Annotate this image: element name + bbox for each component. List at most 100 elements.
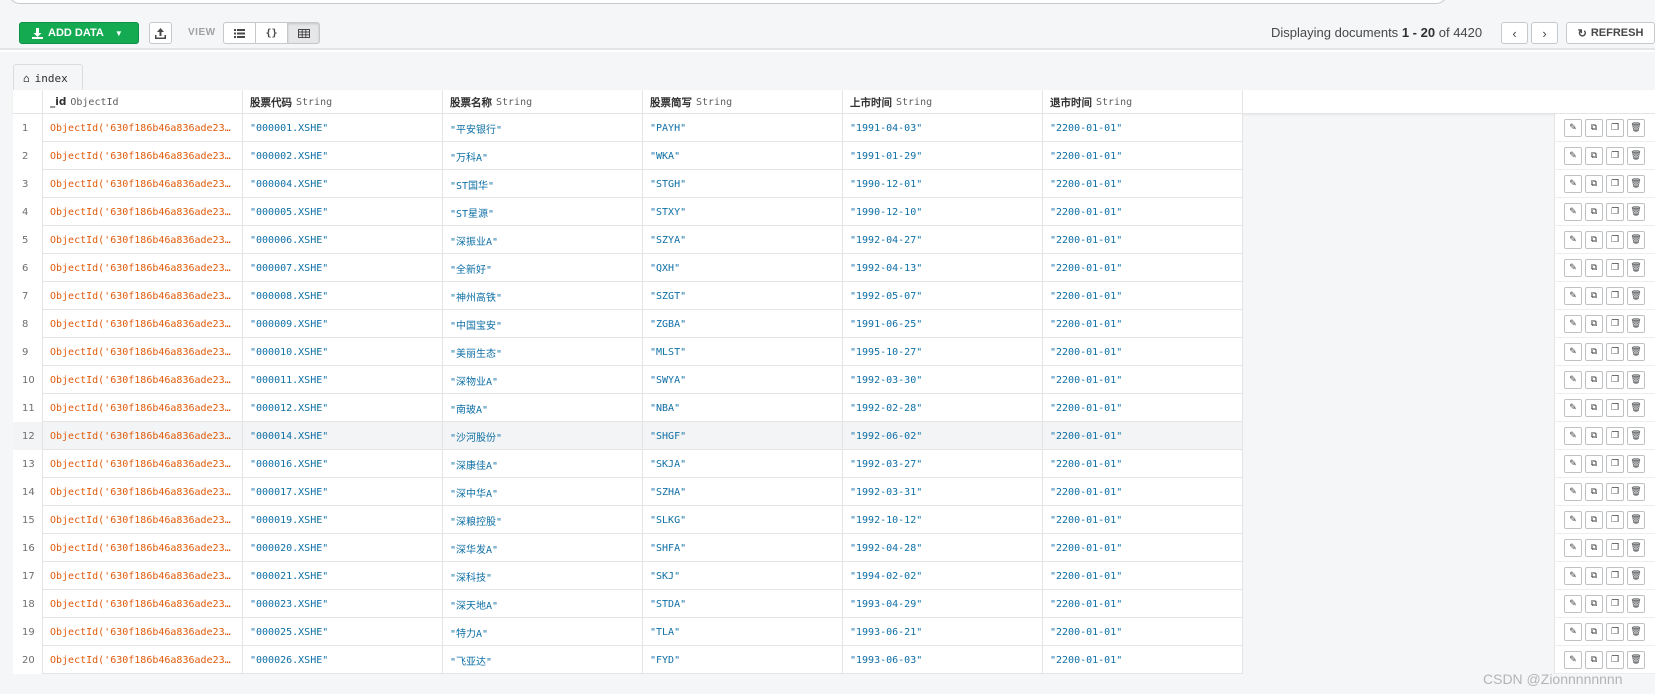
cell-id[interactable]: ObjectId('630f186b46a836ade23… [43, 170, 243, 198]
cell-abbr[interactable]: "FYD" [643, 646, 843, 674]
copy-button[interactable]: ⧉ [1585, 538, 1603, 557]
cell-abbr[interactable]: "SWYA" [643, 366, 843, 394]
cell-delist-date[interactable]: "2200-01-01" [1043, 394, 1243, 422]
delete-button[interactable]: 🗑 [1627, 174, 1645, 193]
cell-abbr[interactable]: "SZYA" [643, 226, 843, 254]
delete-button[interactable]: 🗑 [1627, 314, 1645, 333]
clone-button[interactable]: ❐ [1606, 594, 1624, 613]
cell-name[interactable]: "特力A" [443, 618, 643, 646]
cell-code[interactable]: "000008.XSHE" [243, 282, 443, 310]
cell-name[interactable]: "ST国华" [443, 170, 643, 198]
copy-button[interactable]: ⧉ [1585, 202, 1603, 221]
cell-name[interactable]: "沙河股份" [443, 422, 643, 450]
cell-list-date[interactable]: "1992-03-31" [843, 478, 1043, 506]
table-row[interactable]: 6 ObjectId('630f186b46a836ade23… "000007.X… [13, 254, 1243, 282]
cell-abbr[interactable]: "SZHA" [643, 478, 843, 506]
edit-button[interactable]: ✎ [1564, 146, 1582, 165]
cell-code[interactable]: "000010.XSHE" [243, 338, 443, 366]
cell-id[interactable]: ObjectId('630f186b46a836ade23… [43, 422, 243, 450]
cell-name[interactable]: "深科技" [443, 562, 643, 590]
cell-id[interactable]: ObjectId('630f186b46a836ade23… [43, 254, 243, 282]
clone-button[interactable]: ❐ [1606, 258, 1624, 277]
cell-code[interactable]: "000023.XSHE" [243, 590, 443, 618]
cell-delist-date[interactable]: "2200-01-01" [1043, 506, 1243, 534]
cell-delist-date[interactable]: "2200-01-01" [1043, 198, 1243, 226]
next-page-button[interactable]: › [1531, 22, 1558, 44]
cell-abbr[interactable]: "MLST" [643, 338, 843, 366]
cell-id[interactable]: ObjectId('630f186b46a836ade23… [43, 450, 243, 478]
copy-button[interactable]: ⧉ [1585, 482, 1603, 501]
cell-list-date[interactable]: "1990-12-10" [843, 198, 1043, 226]
copy-button[interactable]: ⧉ [1585, 146, 1603, 165]
cell-list-date[interactable]: "1994-02-02" [843, 562, 1043, 590]
cell-delist-date[interactable]: "2200-01-01" [1043, 226, 1243, 254]
table-row[interactable]: 1 ObjectId('630f186b46a836ade23… "000001.X… [13, 114, 1243, 142]
cell-delist-date[interactable]: "2200-01-01" [1043, 114, 1243, 142]
cell-list-date[interactable]: "1991-04-03" [843, 114, 1043, 142]
cell-delist-date[interactable]: "2200-01-01" [1043, 170, 1243, 198]
table-row[interactable]: 5 ObjectId('630f186b46a836ade23… "000006.X… [13, 226, 1243, 254]
cell-code[interactable]: "000011.XSHE" [243, 366, 443, 394]
json-view-button[interactable]: {} [255, 22, 288, 44]
cell-abbr[interactable]: "SHFA" [643, 534, 843, 562]
cell-abbr[interactable]: "SZGT" [643, 282, 843, 310]
cell-delist-date[interactable]: "2200-01-01" [1043, 254, 1243, 282]
cell-name[interactable]: "深中华A" [443, 478, 643, 506]
cell-delist-date[interactable]: "2200-01-01" [1043, 310, 1243, 338]
header-col-code[interactable]: 股票代码 String [243, 90, 443, 114]
cell-list-date[interactable]: "1992-04-27" [843, 226, 1043, 254]
cell-id[interactable]: ObjectId('630f186b46a836ade23… [43, 534, 243, 562]
clone-button[interactable]: ❐ [1606, 622, 1624, 641]
clone-button[interactable]: ❐ [1606, 566, 1624, 585]
cell-delist-date[interactable]: "2200-01-01" [1043, 338, 1243, 366]
cell-abbr[interactable]: "NBA" [643, 394, 843, 422]
cell-list-date[interactable]: "1993-04-29" [843, 590, 1043, 618]
delete-button[interactable]: 🗑 [1627, 454, 1645, 473]
cell-delist-date[interactable]: "2200-01-01" [1043, 366, 1243, 394]
cell-code[interactable]: "000001.XSHE" [243, 114, 443, 142]
header-col-delist-date[interactable]: 退市时间 String [1043, 90, 1243, 114]
table-row[interactable]: 18 ObjectId('630f186b46a836ade23… "000023.… [13, 590, 1243, 618]
cell-code[interactable]: "000021.XSHE" [243, 562, 443, 590]
cell-name[interactable]: "深物业A" [443, 366, 643, 394]
cell-id[interactable]: ObjectId('630f186b46a836ade23… [43, 114, 243, 142]
clone-button[interactable]: ❐ [1606, 538, 1624, 557]
cell-list-date[interactable]: "1992-04-28" [843, 534, 1043, 562]
delete-button[interactable]: 🗑 [1627, 650, 1645, 669]
cell-id[interactable]: ObjectId('630f186b46a836ade23… [43, 506, 243, 534]
table-row[interactable]: 19 ObjectId('630f186b46a836ade23… "000025.… [13, 618, 1243, 646]
cell-list-date[interactable]: "1992-04-13" [843, 254, 1043, 282]
cell-id[interactable]: ObjectId('630f186b46a836ade23… [43, 142, 243, 170]
edit-button[interactable]: ✎ [1564, 454, 1582, 473]
cell-list-date[interactable]: "1991-01-29" [843, 142, 1043, 170]
cell-id[interactable]: ObjectId('630f186b46a836ade23… [43, 618, 243, 646]
copy-button[interactable]: ⧉ [1585, 118, 1603, 137]
cell-list-date[interactable]: "1995-10-27" [843, 338, 1043, 366]
cell-name[interactable]: "万科A" [443, 142, 643, 170]
clone-button[interactable]: ❐ [1606, 650, 1624, 669]
clone-button[interactable]: ❐ [1606, 314, 1624, 333]
cell-name[interactable]: "全新好" [443, 254, 643, 282]
cell-name[interactable]: "神州高铁" [443, 282, 643, 310]
cell-abbr[interactable]: "SLKG" [643, 506, 843, 534]
cell-abbr[interactable]: "TLA" [643, 618, 843, 646]
add-data-button[interactable]: ADD DATA ▼ [19, 22, 139, 44]
clone-button[interactable]: ❐ [1606, 202, 1624, 221]
cell-abbr[interactable]: "SKJ" [643, 562, 843, 590]
table-row[interactable]: 13 ObjectId('630f186b46a836ade23… "000016.… [13, 450, 1243, 478]
copy-button[interactable]: ⧉ [1585, 426, 1603, 445]
edit-button[interactable]: ✎ [1564, 370, 1582, 389]
cell-delist-date[interactable]: "2200-01-01" [1043, 562, 1243, 590]
cell-id[interactable]: ObjectId('630f186b46a836ade23… [43, 646, 243, 674]
edit-button[interactable]: ✎ [1564, 230, 1582, 249]
cell-abbr[interactable]: "WKA" [643, 142, 843, 170]
clone-button[interactable]: ❐ [1606, 426, 1624, 445]
cell-id[interactable]: ObjectId('630f186b46a836ade23… [43, 310, 243, 338]
edit-button[interactable]: ✎ [1564, 258, 1582, 277]
cell-list-date[interactable]: "1992-03-27" [843, 450, 1043, 478]
export-button[interactable] [149, 22, 172, 44]
list-view-button[interactable] [223, 22, 256, 44]
edit-button[interactable]: ✎ [1564, 202, 1582, 221]
cell-abbr[interactable]: "ZGBA" [643, 310, 843, 338]
edit-button[interactable]: ✎ [1564, 174, 1582, 193]
